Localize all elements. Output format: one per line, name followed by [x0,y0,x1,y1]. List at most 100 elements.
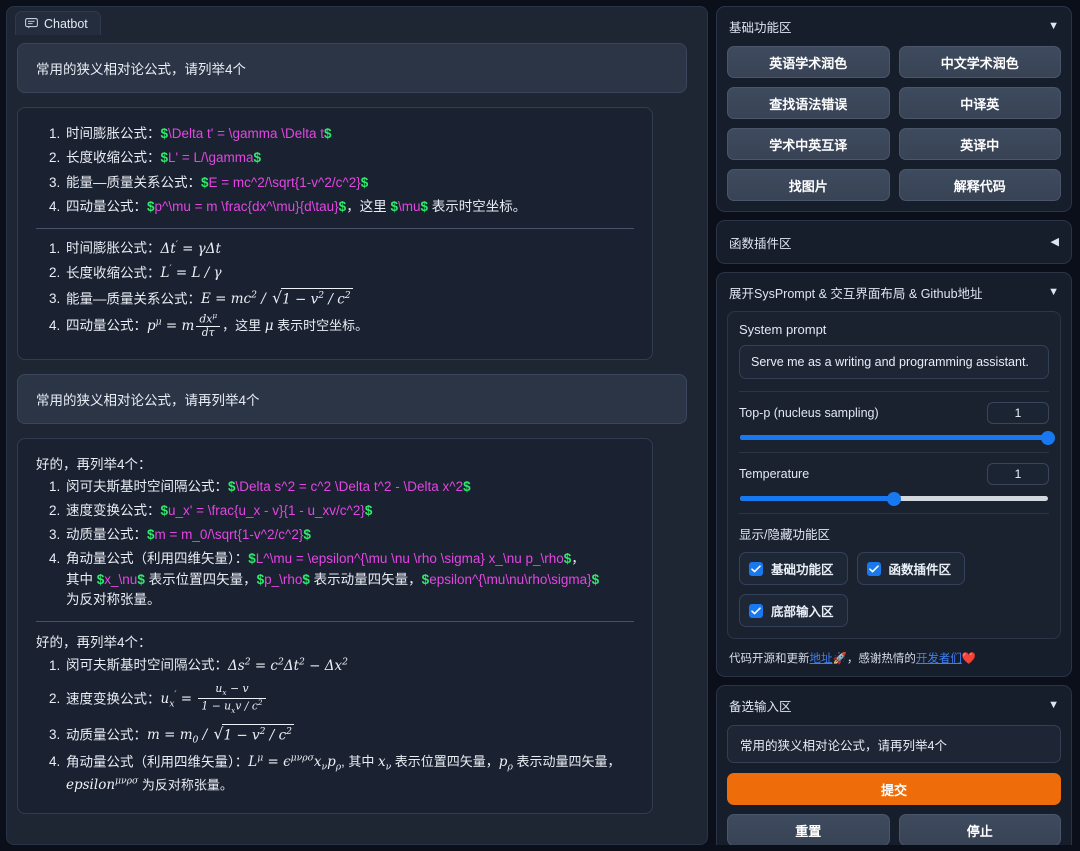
chevron-down-icon[interactable]: ▼ [1048,700,1059,711]
item-tail: 为反对称张量。 [138,777,233,792]
repo-link[interactable]: 地址 [810,653,833,665]
rendered-math: Δs2 = c2Δt2 − Δx2 [228,658,348,674]
check-icon [749,562,763,576]
message-text: 常用的狭义相对论公式，请列举4个 [36,62,246,77]
btn-english-to-chinese[interactable]: 英译中 [899,128,1062,160]
btn-academic-zh-en-translate[interactable]: 学术中英互译 [727,128,890,160]
temperature-slider-knob[interactable] [887,492,901,506]
sysprompt-panel: 展开SysPrompt & 交互界面布局 & Github地址 ▼ System… [716,272,1072,677]
system-prompt-label: System prompt [739,322,1049,337]
item-label: 动质量公式： [66,527,147,542]
divider [739,513,1049,514]
sysprompt-inner: System prompt Top-p (nucleus sampling) 1… [727,311,1061,639]
latex-source: $epsilon^{\mu\nu\rho\sigma}$ [422,572,599,587]
temperature-slider[interactable] [740,496,1048,501]
rendered-math: E = mc2 / 1 − v2 / c2 [201,291,353,307]
item-tail: ，这里 [346,199,390,214]
btn-chinese-polish[interactable]: 中文学术润色 [899,46,1062,78]
rocket-icon: 🚀 [833,653,847,665]
message-text: 常用的狭义相对论公式，请再列举4个 [36,393,260,408]
btn-chinese-to-english[interactable]: 中译英 [899,87,1062,119]
chevron-down-icon[interactable]: ▼ [1048,21,1059,32]
system-prompt-input[interactable] [739,345,1049,379]
list-item: 能量—质量关系公式：$E = mc^2/\sqrt{1-v^2/c^2}$ [64,173,636,193]
list-item: 闵可夫斯基时空间隔公式：$\Delta s^2 = c^2 \Delta t^2… [64,477,636,497]
plugin-panel-header[interactable]: 函数插件区 ◀ [727,232,1061,252]
rendered-math: L′ = L / γ [161,265,222,281]
item-label: 时间膨胀公式： [66,126,161,141]
toggles-row-1: 基础功能区 函数插件区 [739,552,1049,585]
item-label: 四动量公式： [66,318,147,333]
heart-icon: ❤️ [962,653,976,665]
btn-english-polish[interactable]: 英语学术润色 [727,46,890,78]
checkbox-basic-functions[interactable]: 基础功能区 [739,552,848,585]
checkbox-label: 函数插件区 [889,559,952,578]
formula-list-raw: 闵可夫斯基时空间隔公式：$\Delta s^2 = c^2 \Delta t^2… [34,477,636,611]
toggles-row-2: 底部输入区 [739,594,1049,627]
sysprompt-panel-header[interactable]: 展开SysPrompt & 交互界面布局 & Github地址 ▼ [727,282,1061,302]
plugin-panel[interactable]: 函数插件区 ◀ [716,220,1072,264]
chat-message-bot: 时间膨胀公式：$\Delta t' = \gamma \Delta t$ 长度收… [17,107,653,360]
topp-slider[interactable] [740,435,1048,440]
rendered-math: Lμ = ϵμνρσxνpρ [248,754,341,770]
item-tail: , 其中 xν 表示位置四矢量，pρ 表示动量四矢量， [341,754,620,769]
footer-mid-text: ，感谢热情的 [847,653,916,665]
latex-source: $\mu$ [390,199,428,214]
latex-source: $m = m_0/\sqrt{1-v^2/c^2}$ [147,527,311,542]
item-label: 四动量公式： [66,199,147,214]
rendered-math: pμ = mdxμdτ [147,318,222,334]
rendered-math: ux′ = ux − v1 − uxv / c2 [161,691,268,707]
list-item: 时间膨胀公式：$\Delta t' = \gamma \Delta t$ [64,124,636,144]
topp-slider-knob[interactable] [1041,431,1055,445]
item-tail: ， [571,551,585,566]
reset-stop-row: 重置 停止 [727,814,1061,845]
footer-pre-text: 代码开源和更新 [729,653,810,665]
checkbox-bottom-input-area[interactable]: 底部输入区 [739,594,848,627]
input-panel-header[interactable]: 备选输入区 ▼ [727,695,1061,715]
latex-source: $p^\mu = m \frac{dx^\mu}{d\tau}$ [147,199,346,214]
divider [36,228,634,229]
list-item: 动质量公式：$m = m_0/\sqrt{1-v^2/c^2}$ [64,525,636,545]
item-label: 角动量公式（利用四维矢量）： [66,754,248,769]
footer-credits: 代码开源和更新地址🚀，感谢热情的开发者们❤️ [727,650,1061,666]
item-label: 时间膨胀公式： [66,241,161,256]
prompt-input[interactable] [727,725,1061,763]
checkbox-label: 基础功能区 [771,559,834,578]
item-label: 能量—质量关系公式： [66,175,201,190]
speech-bubble-icon [25,18,38,29]
input-panel: 备选输入区 ▼ 提交 重置 停止 [716,685,1072,845]
developers-link[interactable]: 开发者们 [916,653,962,665]
checkbox-plugin-area[interactable]: 函数插件区 [857,552,966,585]
temperature-value[interactable]: 1 [987,463,1049,485]
formula-list-raw: 时间膨胀公式：$\Delta t' = \gamma \Delta t$ 长度收… [34,124,636,217]
item-label: 闵可夫斯基时空间隔公式： [66,479,228,494]
chatbot-panel: Chatbot 常用的狭义相对论公式，请列举4个 时间膨胀公式：$\Delta … [6,6,708,845]
latex-source: $L^\mu = \epsilon^{\mu \nu \rho \sigma} … [248,551,571,566]
item-label: 闵可夫斯基时空间隔公式： [66,658,228,673]
reset-button[interactable]: 重置 [727,814,890,845]
latex-source: $u_x' = \frac{u_x - v}{1 - u_xv/c^2}$ [161,503,373,518]
divider [739,452,1049,453]
chevron-left-icon[interactable]: ◀ [1051,237,1059,248]
btn-find-image[interactable]: 找图片 [727,169,890,201]
bot-lead-text: 好的，再列举4个： [36,453,636,473]
chevron-down-icon[interactable]: ▼ [1048,287,1059,298]
tab-chatbot[interactable]: Chatbot [15,11,101,35]
list-item: 时间膨胀公式：Δt′ = γΔt [64,238,636,259]
submit-button[interactable]: 提交 [727,773,1061,805]
stop-button[interactable]: 停止 [899,814,1062,845]
temperature-slider-fill [740,496,894,501]
check-icon [749,604,763,618]
item-cont: 为反对称张量。 [66,592,161,607]
chat-message-user: 常用的狭义相对论公式，请再列举4个 [17,374,687,424]
btn-explain-code[interactable]: 解释代码 [899,169,1062,201]
topp-value[interactable]: 1 [987,402,1049,424]
basic-functions-header[interactable]: 基础功能区 ▼ [727,16,1061,36]
list-item: 四动量公式：pμ = mdxμdτ，这里 μ 表示时空坐标。 [64,313,636,340]
btn-find-grammar-errors[interactable]: 查找语法错误 [727,87,890,119]
list-item: 长度收缩公式：L′ = L / γ [64,263,636,284]
topp-label: Top-p (nucleus sampling) [739,406,879,420]
side-column: 基础功能区 ▼ 英语学术润色 中文学术润色 查找语法错误 中译英 学术中英互译 … [716,6,1072,845]
rendered-math: epsilonμνρσ [66,777,138,793]
topp-row: Top-p (nucleus sampling) 1 [739,402,1049,424]
